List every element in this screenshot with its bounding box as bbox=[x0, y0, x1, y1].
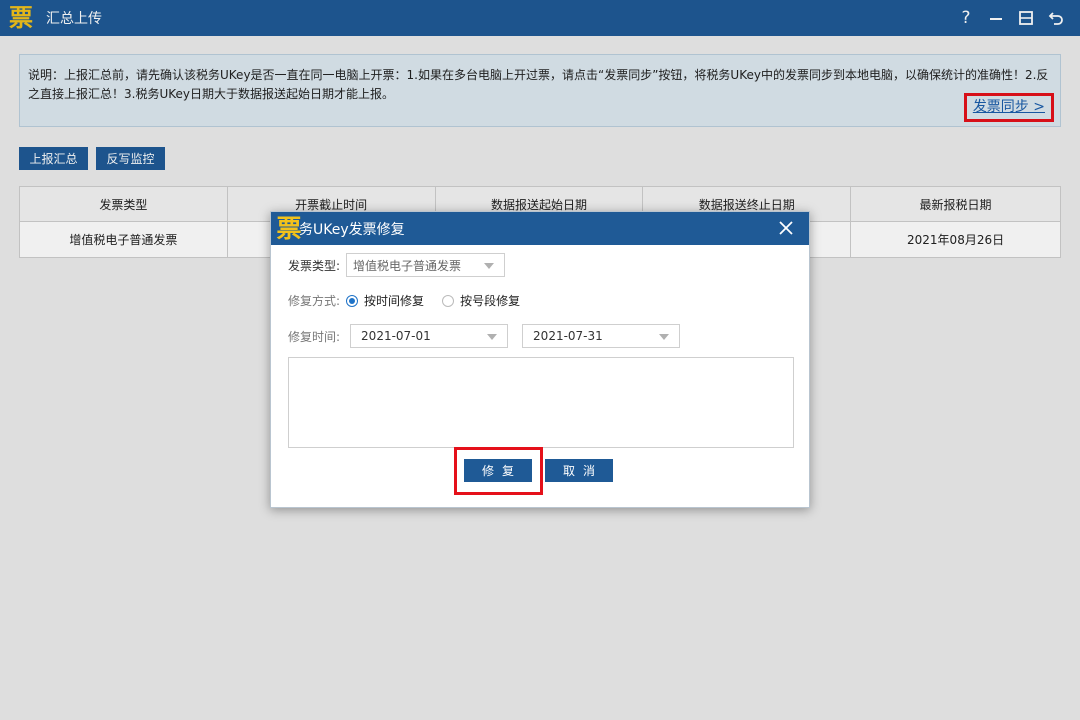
close-icon bbox=[779, 221, 793, 235]
invoice-type-select[interactable]: 增值税电子普通发票 bbox=[346, 253, 506, 277]
radio-unchecked-icon bbox=[442, 294, 455, 307]
radio-checked-icon bbox=[346, 294, 359, 307]
repair-time-row: 修复时间: 2021-07-01 2021-07-31 bbox=[288, 324, 681, 348]
end-date-value: 2021-07-31 bbox=[533, 329, 603, 343]
start-date-select[interactable]: 2021-07-01 bbox=[350, 324, 509, 348]
radio-by-number[interactable]: 按号段修复 bbox=[442, 292, 520, 309]
repair-log-area[interactable] bbox=[288, 357, 794, 448]
end-date-select[interactable]: 2021-07-31 bbox=[522, 324, 681, 348]
start-date-value: 2021-07-01 bbox=[361, 329, 431, 343]
chevron-down-icon bbox=[484, 263, 495, 269]
dialog-close-button[interactable] bbox=[775, 217, 797, 239]
radio-by-time[interactable]: 按时间修复 bbox=[346, 292, 424, 309]
repair-mode-row: 修复方式: 按时间修复 按号段修复 bbox=[288, 292, 520, 309]
radio-by-time-label: 按时间修复 bbox=[364, 294, 425, 308]
repair-time-label: 修复时间: bbox=[288, 329, 341, 344]
radio-by-number-label: 按号段修复 bbox=[460, 294, 521, 308]
repair-button[interactable]: 修复 bbox=[464, 459, 532, 482]
cancel-button[interactable]: 取消 bbox=[545, 459, 613, 482]
invoice-type-label: 发票类型: bbox=[288, 258, 341, 273]
invoice-repair-dialog: 票 务UKey发票修复 发票类型: 增值税电子普通发票 修复方式: 按时间修复 … bbox=[270, 211, 810, 508]
repair-mode-label: 修复方式: bbox=[288, 294, 341, 308]
chevron-down-icon bbox=[659, 334, 670, 340]
dialog-title: 务UKey发票修复 bbox=[299, 221, 405, 238]
invoice-type-value: 增值税电子普通发票 bbox=[353, 258, 462, 273]
chevron-down-icon bbox=[487, 334, 498, 340]
invoice-type-row: 发票类型: 增值税电子普通发票 bbox=[288, 253, 506, 277]
dialog-header: 票 务UKey发票修复 bbox=[271, 212, 809, 245]
